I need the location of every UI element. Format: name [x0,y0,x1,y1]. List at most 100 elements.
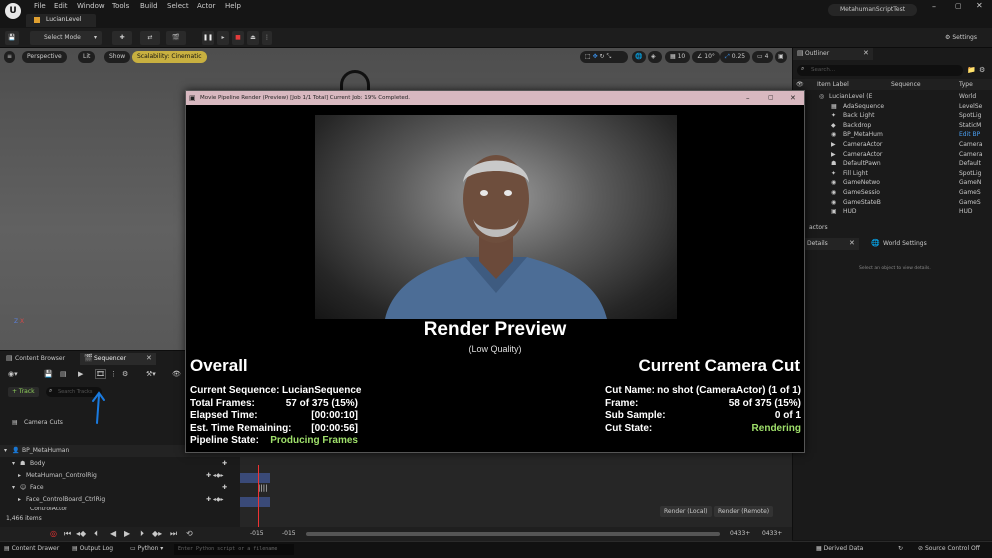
output-log-button[interactable]: ▤ Output Log [72,545,113,552]
render-remote-button[interactable]: Render (Remote) [714,506,774,517]
stop-button[interactable]: ■ [232,31,244,45]
prev-frame-button[interactable]: ⏴ [94,527,98,541]
derived-data-button[interactable]: ▦ Derived Data [816,545,863,552]
world-local-button[interactable]: 🌐 [632,51,646,63]
close-tab-icon[interactable]: ✕ [146,354,152,362]
edit-bp-link[interactable]: Edit BP [959,130,980,140]
list-item[interactable]: ▣ HUD HUD [793,207,992,217]
list-item[interactable]: ▶ CameraActor Camera [793,140,992,150]
range-start-b[interactable]: -015 [282,527,296,541]
pause-button[interactable]: ❚❚ [202,31,214,45]
jump-end-button[interactable]: ⏭ [170,527,177,541]
show-button[interactable]: Show [104,51,131,63]
add-icon[interactable]: ▤ [60,370,67,378]
list-item[interactable]: ◉ GameStateB GameS [793,198,992,208]
eject-button[interactable]: ⏏ [247,31,259,45]
play-options-button[interactable]: ⋮ [262,31,272,45]
cinematics-button[interactable]: 🎬 [166,31,186,45]
curves-icon[interactable]: ⚙ [122,370,128,378]
track-metahuman-controlrig[interactable]: ▸ MetaHuman_ControlRig ✚ ◂◆▸ [0,470,240,482]
viewport-menu-button[interactable]: ≡ [4,51,16,63]
loop-button[interactable]: ⟲ [186,527,193,541]
list-item[interactable]: ◎ LucianLevel (E World [793,92,992,102]
play-button[interactable]: ▶ [124,527,130,541]
col-sequence[interactable]: Sequence [891,79,921,90]
prev-key-button[interactable]: ◂◆ [76,527,86,541]
maximize-button[interactable]: ▢ [768,91,774,105]
list-item[interactable]: ✦ Fill Light SpotLig [793,169,992,179]
content-drawer-button[interactable]: ▤ Content Drawer [4,545,59,552]
python-command-input[interactable]: Enter Python script or a filename [174,544,294,555]
track-face-controlboard[interactable]: ▸ Face_ControlBoard_CtrlRig ✚ ◂◆▸ [0,494,240,506]
menu-help[interactable]: Help [225,2,241,10]
range-start-a[interactable]: -015 [250,527,264,541]
add-key-icon[interactable]: ✚ [222,482,227,494]
tab-content-browser[interactable]: ▤ Content Browser [2,353,76,365]
list-item[interactable]: ◉ BP_MetaHum Edit BP [793,130,992,140]
close-button[interactable]: ✕ [790,91,796,105]
add-key-icon[interactable]: ✚ [222,458,227,470]
perspective-button[interactable]: Perspective [22,51,67,63]
timeline-scrollbar[interactable] [306,532,720,536]
track-body[interactable]: ▾ ☗ Body ✚ [0,458,240,470]
outliner-tab[interactable]: ▤ Outliner ✕ [793,48,873,60]
next-key-button[interactable]: ◆▸ [152,527,162,541]
add-key-icon[interactable]: ✚ ◂◆▸ [206,494,224,506]
list-item[interactable]: ◉ GameNetwo GameN [793,178,992,188]
python-dropdown[interactable]: ▭ Python ▾ [130,545,163,552]
list-item[interactable]: ✦ Back Light SpotLig [793,111,992,121]
surface-snap-button[interactable]: ◈ [648,51,662,63]
save-button[interactable]: 💾 [5,31,19,45]
range-end-a[interactable]: 0433+ [730,527,750,541]
options-icon[interactable]: ⋮ [110,370,117,378]
col-type[interactable]: Type [959,79,973,90]
play-reverse-button[interactable]: ◀ [110,527,116,541]
blueprint-button[interactable]: ⇄ [140,31,160,45]
range-end-b[interactable]: 0433+ [762,527,782,541]
rotation-snap-button[interactable]: ∠ 10° [692,51,720,63]
notifications-icon[interactable]: ↻ [898,545,903,552]
level-tab[interactable]: LucianLevel [26,14,96,27]
menu-tools[interactable]: Tools [112,2,129,10]
close-tab-icon[interactable]: ✕ [863,49,869,57]
grid-snap-button[interactable]: ▦ 10 [665,51,691,63]
render-movie-icon[interactable]: 🎞 [95,369,106,379]
list-item[interactable]: ◉ GameSessio GameS [793,188,992,198]
next-frame-button[interactable]: ⏵ [140,527,144,541]
add-folder-icon[interactable]: 📁 [967,66,976,74]
eye-icon[interactable]: 👁 [172,370,181,378]
list-item[interactable]: ☗ DefaultPawn Default [793,159,992,169]
add-actor-button[interactable]: ✚ [112,31,132,45]
playhead[interactable] [258,465,259,527]
world-dropdown-icon[interactable]: ◉▾ [8,370,18,378]
lit-button[interactable]: Lit [78,51,96,63]
close-tab-icon[interactable]: ✕ [849,239,855,247]
unreal-logo-icon[interactable]: U [5,3,21,19]
maximize-button[interactable]: ▢ [955,2,962,10]
outliner-settings-icon[interactable]: ⚙ [979,66,985,74]
render-local-button[interactable]: Render (Local) [660,506,712,517]
menu-window[interactable]: Window [77,2,105,10]
save-sequence-icon[interactable]: 💾 [44,370,53,378]
menu-file[interactable]: File [34,2,46,10]
list-item[interactable]: ◆ Backdrop StaticM [793,121,992,131]
viewport-layout-button[interactable]: ▣ [775,51,787,63]
add-track-button[interactable]: + Track [8,387,39,397]
track-face[interactable]: ▾ ☺ Face ✚ [0,482,240,494]
list-item[interactable]: ▦ AdaSequence LevelSe [793,102,992,112]
step-button[interactable]: ▸ [217,31,229,45]
list-item[interactable]: ▶ CameraActor Camera [793,150,992,160]
menu-actor[interactable]: Actor [197,2,215,10]
settings-button[interactable]: ⚙ Settings [936,31,986,45]
transform-tools[interactable]: ⬚ ✥ ↻ ⤡ [580,51,628,63]
record-button[interactable]: ◎ [50,527,57,541]
minimize-button[interactable]: – [932,2,936,11]
add-key-icon[interactable]: ✚ ◂◆▸ [206,470,224,482]
world-settings-tab[interactable]: 🌐 World Settings [865,238,945,250]
menu-build[interactable]: Build [140,2,158,10]
tab-sequencer[interactable]: 🎬 Sequencer ✕ [80,353,156,365]
outliner-search-input[interactable]: ⌕ Search... [797,65,963,76]
select-mode-dropdown[interactable]: Select Mode ▾ [30,31,102,45]
scale-snap-button[interactable]: ⤢ 0.25 [720,51,751,63]
camera-speed-button[interactable]: ▭ 4 [752,51,774,63]
